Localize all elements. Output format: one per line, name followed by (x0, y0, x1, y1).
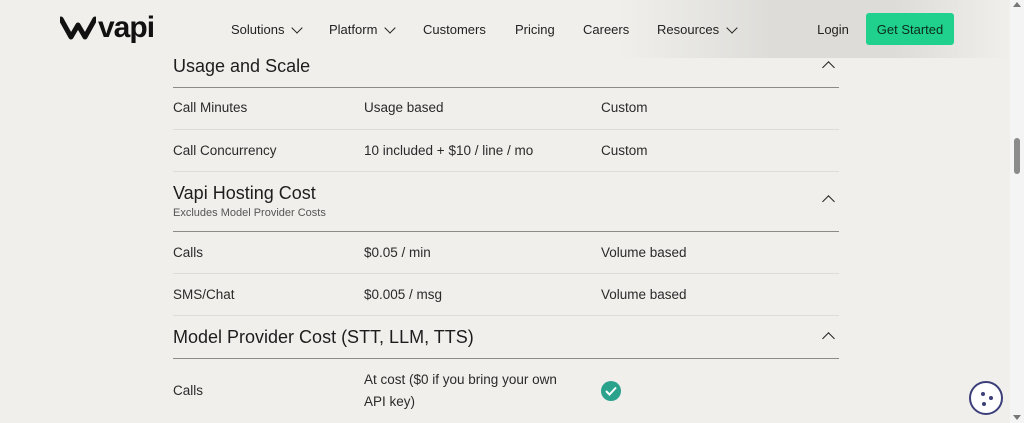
row-divider (173, 171, 839, 172)
section-model-provider-cost[interactable]: Model Provider Cost (STT, LLM, TTS) (173, 327, 839, 348)
row-custom: Custom (601, 143, 648, 158)
nav-pricing-label: Pricing (515, 22, 555, 37)
chevron-down-icon (291, 21, 304, 34)
row-value: 10 included + $10 / line / mo (364, 143, 534, 158)
row-divider (173, 273, 839, 274)
brand-name: vapi (98, 11, 155, 44)
site-header: vapi Solutions Platform Customers Pricin… (0, 0, 1010, 58)
brand-logo[interactable]: vapi (60, 11, 155, 44)
scroll-thumb[interactable] (1014, 138, 1020, 174)
row-custom: Custom (601, 100, 648, 115)
login-button[interactable]: Login (806, 14, 860, 44)
row-value: At cost ($0 if you bring your own API ke… (364, 372, 557, 409)
section-subtitle: Excludes Model Provider Costs (173, 207, 326, 219)
row-label: Call Concurrency (173, 143, 277, 158)
row-value: $0.05 / min (364, 245, 431, 260)
nav-resources[interactable]: Resources (657, 21, 738, 37)
nav-platform-label: Platform (329, 22, 378, 37)
nav-careers-label: Careers (583, 22, 630, 37)
scroll-down-icon[interactable] (1013, 415, 1021, 420)
section-divider (173, 231, 839, 232)
row-label: Call Minutes (173, 100, 248, 115)
row-value: Usage based (364, 100, 444, 115)
page-scrollbar[interactable] (1010, 0, 1024, 423)
section-divider (173, 87, 839, 88)
scroll-up-icon[interactable] (1013, 2, 1021, 7)
row-custom: Volume based (601, 245, 687, 260)
nav-customers-label: Customers (423, 22, 486, 37)
nav-pricing[interactable]: Pricing (515, 22, 555, 37)
row-custom: Volume based (601, 287, 687, 302)
row-label: Calls (173, 383, 204, 398)
nav-customers[interactable]: Customers (423, 22, 486, 37)
row-label: SMS/Chat (173, 287, 235, 302)
row-label: Calls (173, 245, 204, 260)
nav-solutions[interactable]: Solutions (231, 21, 304, 37)
row-divider (173, 129, 839, 130)
row-value: $0.005 / msg (364, 287, 443, 302)
section-title: Usage and Scale (173, 56, 311, 76)
section-divider (173, 358, 839, 359)
nav-solutions-label: Solutions (231, 22, 285, 37)
get-started-button[interactable]: Get Started (866, 13, 954, 45)
nav-resources-label: Resources (657, 22, 720, 37)
section-vapi-hosting-cost[interactable]: Vapi Hosting Cost Excludes Model Provide… (173, 183, 839, 219)
vapi-logo-icon (60, 16, 96, 40)
chevron-down-icon (384, 21, 397, 34)
nav-platform[interactable]: Platform (329, 21, 397, 37)
section-usage-and-scale[interactable]: Usage and Scale (173, 56, 839, 77)
row-divider (173, 315, 839, 316)
nav-careers[interactable]: Careers (583, 22, 629, 37)
cookie-icon[interactable] (969, 381, 1003, 415)
section-title: Model Provider Cost (STT, LLM, TTS) (173, 327, 474, 347)
chevron-down-icon (726, 21, 738, 34)
section-title: Vapi Hosting Cost (173, 183, 316, 203)
check-circle-icon (601, 381, 621, 401)
